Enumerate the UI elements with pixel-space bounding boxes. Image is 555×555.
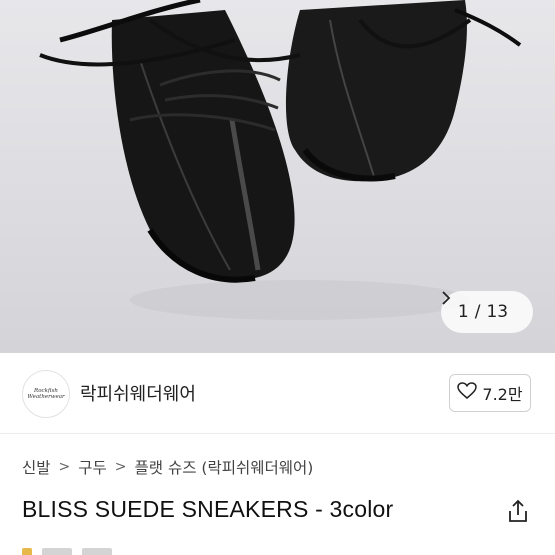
breadcrumb-separator: > xyxy=(114,459,127,475)
image-counter[interactable]: 1 / 13 xyxy=(441,291,533,333)
brand-row: Rockfish Weatherwear 락피쉬웨더웨어 7.2만 xyxy=(0,353,555,433)
like-count: 7.2만 xyxy=(482,385,523,404)
breadcrumb-item-dress-shoes[interactable]: 구두 xyxy=(78,456,107,478)
heart-outline-icon xyxy=(457,382,478,404)
product-title: BLISS SUEDE SNEAKERS - 3color xyxy=(22,496,394,522)
product-image-gallery[interactable]: 1 / 13 xyxy=(0,0,555,353)
rating-text-peek xyxy=(42,548,72,555)
star-icon xyxy=(22,548,32,555)
rating-row-peek xyxy=(22,548,112,555)
counter-separator: / xyxy=(474,302,481,322)
review-count-peek xyxy=(82,548,112,555)
breadcrumb: 신발 > 구두 > 플랫 슈즈 (락피쉬웨더웨어) xyxy=(22,456,313,478)
divider xyxy=(0,433,555,434)
breadcrumb-item-flat-shoes[interactable]: 플랫 슈즈 (락피쉬웨더웨어) xyxy=(135,456,314,478)
counter-total: 13 xyxy=(486,302,509,322)
brand-name-link[interactable]: 락피쉬웨더웨어 xyxy=(80,380,196,406)
breadcrumb-separator: > xyxy=(58,459,71,475)
counter-current: 1 xyxy=(457,302,469,322)
share-icon[interactable] xyxy=(505,498,531,524)
brand-logo[interactable]: Rockfish Weatherwear xyxy=(22,370,70,418)
brand-logo-line2: Weatherwear xyxy=(27,394,65,400)
like-button[interactable]: 7.2만 xyxy=(449,374,531,412)
breadcrumb-item-shoes[interactable]: 신발 xyxy=(22,456,51,478)
